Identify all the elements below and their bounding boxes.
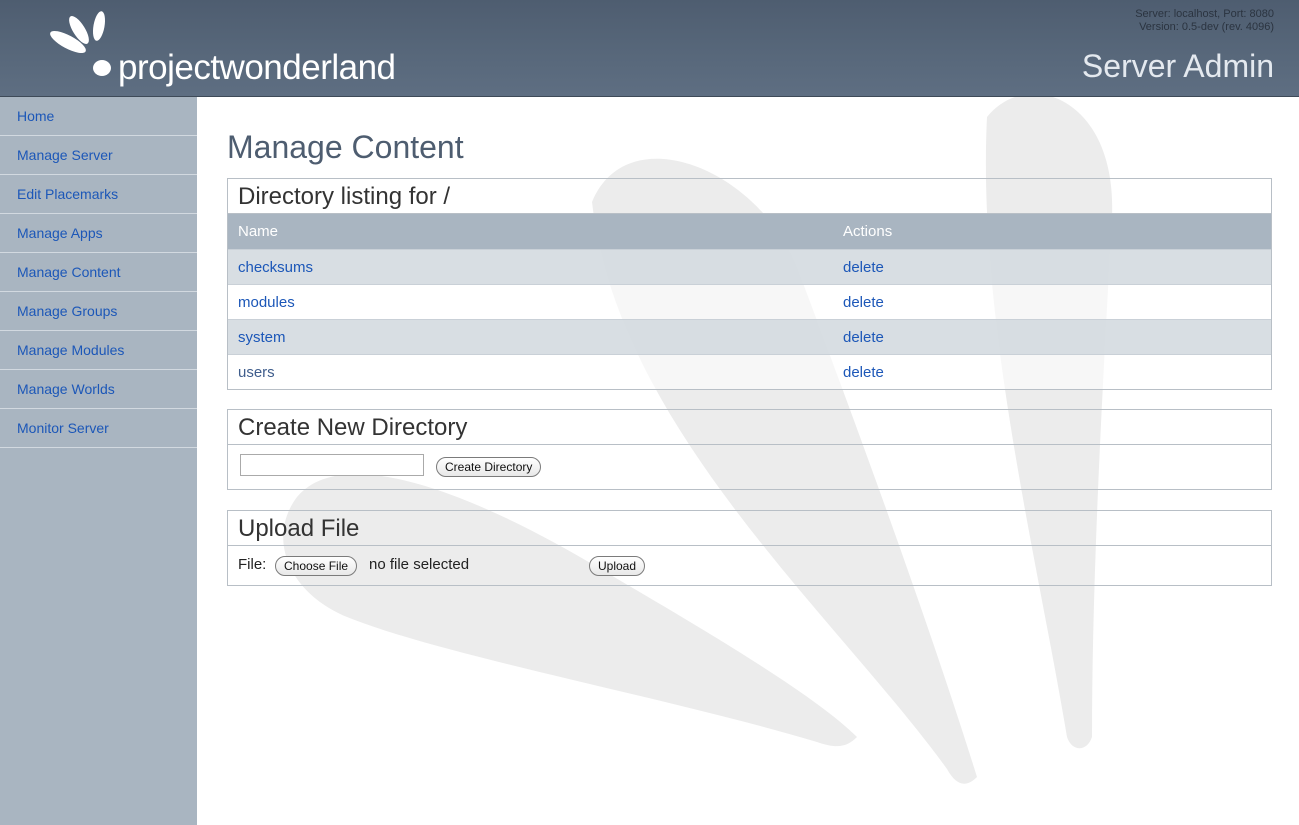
directory-link-users[interactable]: users bbox=[238, 364, 275, 381]
delete-link[interactable]: delete bbox=[843, 259, 884, 276]
directory-name-input[interactable] bbox=[240, 454, 424, 476]
server-line: Server: localhost, Port: 8080 bbox=[1135, 8, 1274, 20]
directory-table: Name Actions checksums delete modules de… bbox=[228, 214, 1271, 389]
create-directory-button[interactable]: Create Directory bbox=[436, 457, 542, 477]
upload-button[interactable]: Upload bbox=[589, 556, 646, 576]
sidebar: Home Manage Server Edit Placemarks Manag… bbox=[0, 97, 197, 825]
directory-link-modules[interactable]: modules bbox=[238, 294, 295, 311]
server-info: Server: localhost, Port: 8080 Version: 0… bbox=[1135, 8, 1274, 34]
delete-link[interactable]: delete bbox=[843, 329, 884, 346]
header-title: Server Admin bbox=[1081, 48, 1274, 84]
create-directory-form: Create Directory bbox=[228, 445, 1271, 489]
directory-listing-panel: Directory listing for / Name Actions che… bbox=[227, 178, 1272, 390]
logo-text: projectwonderland bbox=[118, 48, 396, 87]
choose-file-button[interactable]: Choose File bbox=[275, 556, 358, 576]
table-row: checksums delete bbox=[228, 249, 1271, 285]
create-directory-panel: Create New Directory Create Directory bbox=[227, 409, 1272, 490]
page-title: Manage Content bbox=[227, 129, 464, 165]
delete-link[interactable]: delete bbox=[843, 364, 884, 381]
sidebar-item-manage-apps[interactable]: Manage Apps bbox=[0, 214, 197, 253]
upload-form: File: Choose File no file selected Uploa… bbox=[228, 546, 1271, 585]
directory-link-system[interactable]: system bbox=[238, 329, 286, 346]
sidebar-item-manage-content[interactable]: Manage Content bbox=[0, 253, 197, 292]
sidebar-item-manage-modules[interactable]: Manage Modules bbox=[0, 331, 197, 370]
no-file-selected-text: no file selected bbox=[369, 556, 470, 573]
sidebar-item-home[interactable]: Home bbox=[0, 97, 197, 136]
table-row: modules delete bbox=[228, 284, 1271, 320]
version-line: Version: 0.5-dev (rev. 4096) bbox=[1139, 21, 1274, 33]
table-row: users delete bbox=[228, 354, 1271, 389]
column-header-actions: Actions bbox=[833, 214, 1271, 250]
table-header-row: Name Actions bbox=[228, 214, 1271, 250]
sidebar-item-manage-groups[interactable]: Manage Groups bbox=[0, 292, 197, 331]
sidebar-item-manage-server[interactable]: Manage Server bbox=[0, 136, 197, 175]
wonderland-logo-icon bbox=[50, 11, 111, 76]
upload-file-title: Upload File bbox=[228, 511, 1271, 546]
sidebar-item-manage-worlds[interactable]: Manage Worlds bbox=[0, 370, 197, 409]
upload-file-panel: Upload File File: Choose File no file se… bbox=[227, 510, 1272, 586]
delete-link[interactable]: delete bbox=[843, 294, 884, 311]
sidebar-item-edit-placemarks[interactable]: Edit Placemarks bbox=[0, 175, 197, 214]
create-directory-title: Create New Directory bbox=[228, 410, 1271, 445]
directory-listing-title: Directory listing for / bbox=[228, 179, 1271, 214]
directory-link-checksums[interactable]: checksums bbox=[238, 259, 313, 276]
file-label: File: bbox=[238, 556, 267, 573]
header: projectwonderland Server: localhost, Por… bbox=[0, 0, 1299, 97]
sidebar-item-monitor-server[interactable]: Monitor Server bbox=[0, 409, 197, 448]
table-row: system delete bbox=[228, 319, 1271, 355]
column-header-name: Name bbox=[228, 214, 833, 250]
